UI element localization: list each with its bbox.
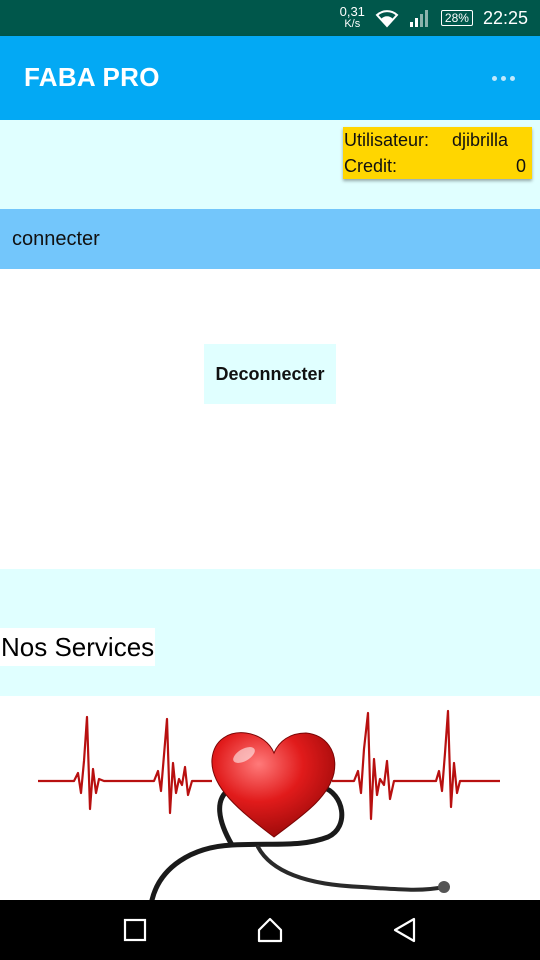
overflow-dot: [500, 75, 506, 81]
stethoscope-chestpiece-tube: [256, 845, 446, 892]
battery-indicator: 28%: [440, 10, 473, 26]
user-value: djibrilla: [451, 130, 508, 150]
clock: 22:25: [482, 7, 528, 28]
credit-label: Credit:: [344, 156, 398, 176]
status-icons: 0,31 K/s 28% 22:25: [340, 0, 528, 36]
connection-status-bar: connecter: [0, 209, 540, 269]
user-row: Utilisateur: djibrilla: [343, 127, 528, 153]
app-bar: FABA PRO: [0, 36, 540, 120]
home-icon[interactable]: [250, 910, 290, 950]
overflow-dot: [491, 75, 497, 81]
services-section: Nos Services: [0, 569, 540, 696]
status-bar: 0,31 K/s 28% 22:25: [0, 0, 540, 36]
overflow-dot: [509, 75, 515, 81]
network-speed: 0,31 K/s: [339, 4, 365, 30]
app-title: FABA PRO: [24, 62, 160, 92]
user-info-area: Utilisateur: djibrilla Credit: 0: [0, 120, 540, 209]
logout-button[interactable]: Deconnecter: [204, 344, 336, 404]
credit-row: Credit: 0: [343, 153, 528, 179]
more-dots-icon[interactable]: [486, 66, 520, 90]
network-speed-value: 0,31: [339, 4, 365, 19]
network-speed-unit: K/s: [344, 18, 361, 30]
wifi-icon: [375, 10, 399, 28]
services-title: Nos Services: [0, 628, 156, 666]
back-triangle-icon[interactable]: [385, 910, 425, 950]
user-label: Utilisateur:: [344, 130, 430, 150]
navigation-bar: [0, 900, 540, 960]
heart-shape: [211, 732, 336, 838]
credit-value: 0: [515, 156, 526, 176]
services-banner-image: [32, 697, 502, 900]
recent-apps-icon[interactable]: [115, 910, 155, 950]
connection-status-label: connecter: [12, 228, 100, 250]
heartbeat-stethoscope-heart-image: [38, 709, 500, 900]
user-card: Utilisateur: djibrilla Credit: 0: [343, 127, 532, 179]
signal-icon: [409, 10, 428, 27]
